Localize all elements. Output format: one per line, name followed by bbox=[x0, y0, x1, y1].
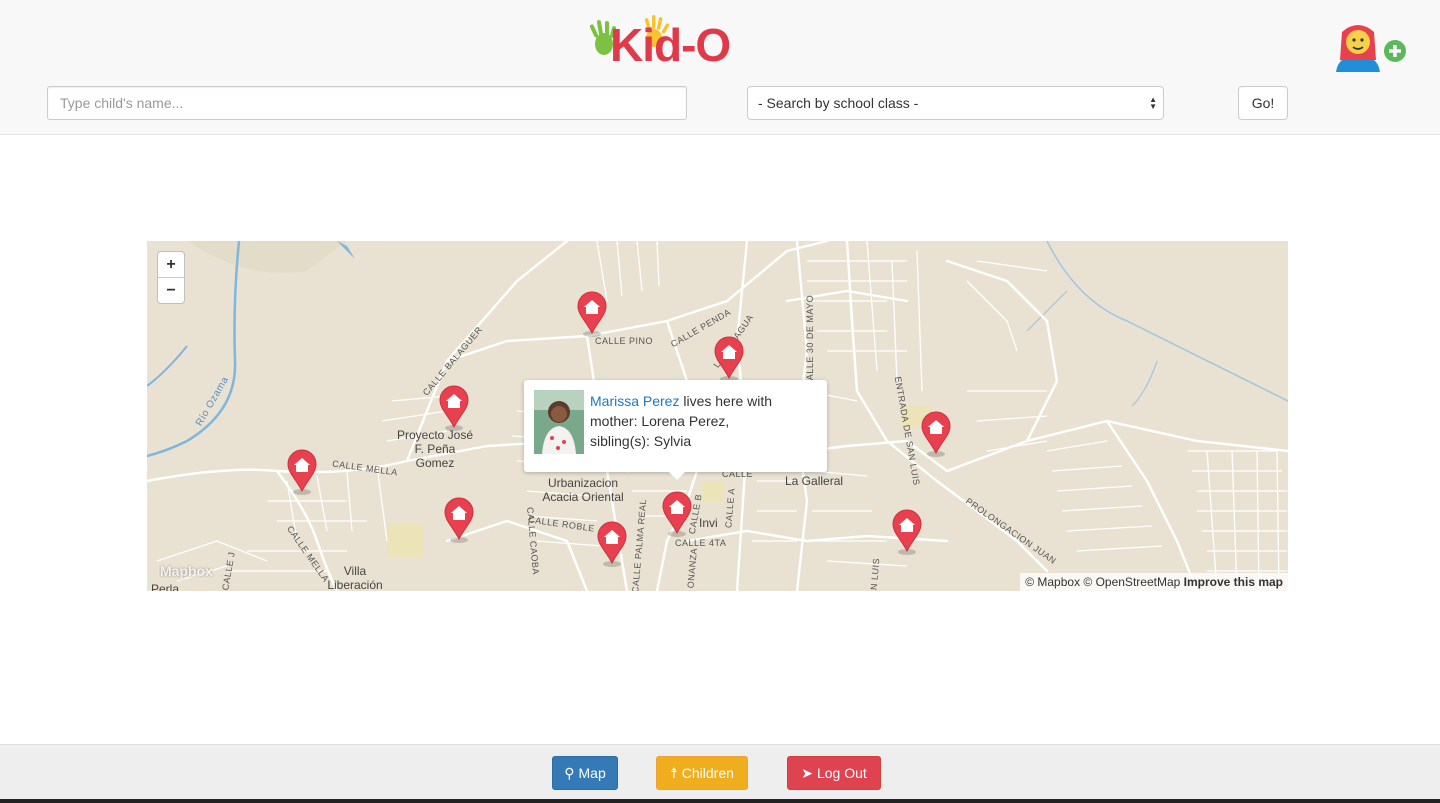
place-label: Urbanizacion Acacia Oriental bbox=[542, 476, 624, 504]
child-info-popup: Marissa Perez lives here with mother: Lo… bbox=[524, 380, 827, 480]
home-marker[interactable] bbox=[286, 449, 318, 495]
home-marker[interactable] bbox=[661, 491, 693, 537]
zoom-control: + − bbox=[157, 251, 185, 304]
add-user-icon bbox=[1336, 25, 1406, 72]
go-button[interactable]: Go! bbox=[1238, 86, 1288, 120]
home-marker[interactable] bbox=[443, 497, 475, 543]
zoom-out-button[interactable]: − bbox=[158, 278, 184, 303]
home-marker[interactable] bbox=[576, 291, 608, 337]
home-marker-icon bbox=[287, 449, 317, 495]
home-marker[interactable] bbox=[920, 411, 952, 457]
home-marker-icon bbox=[921, 411, 951, 457]
popup-mother-text: mother: Lorena Perez, bbox=[590, 413, 730, 429]
street-label: CALLE 4TA bbox=[675, 538, 727, 548]
place-label: La Galleral bbox=[785, 474, 844, 488]
popup-tip bbox=[669, 472, 685, 480]
children-button-label: Children bbox=[681, 765, 734, 781]
home-marker-icon bbox=[597, 521, 627, 567]
home-marker-icon bbox=[444, 497, 474, 543]
popup-text: Marissa Perez lives here with mother: Lo… bbox=[590, 391, 815, 451]
kid-o-logo: Kid-O bbox=[588, 14, 744, 76]
home-marker[interactable] bbox=[891, 509, 923, 555]
home-marker-icon bbox=[439, 385, 469, 431]
paper-plane-icon: ➤ bbox=[801, 765, 813, 781]
logout-button[interactable]: ➤ Log Out bbox=[787, 756, 881, 790]
child-photo bbox=[534, 390, 584, 454]
street-label: CALLE 30 DE MAYO bbox=[805, 294, 816, 388]
children-button[interactable]: ☨ Children bbox=[656, 756, 748, 790]
logout-button-label: Log Out bbox=[816, 765, 867, 781]
place-label: Perla bbox=[151, 582, 180, 591]
place-label: Villa Liberación bbox=[327, 564, 383, 591]
map-view[interactable]: CALLE PINO CALLE PENDA CALLE BALAGUER CA… bbox=[147, 241, 1288, 591]
map-attribution: © Mapbox © OpenStreetMap Improve this ma… bbox=[1020, 573, 1288, 591]
attribution-text[interactable]: © Mapbox © OpenStreetMap bbox=[1025, 575, 1180, 589]
bottom-nav: ⚲ Map ☨ Children ➤ Log Out bbox=[0, 744, 1440, 803]
map-button[interactable]: ⚲ Map bbox=[552, 756, 618, 790]
school-class-select-value: - Search by school class - bbox=[758, 95, 919, 111]
zoom-in-button[interactable]: + bbox=[158, 252, 184, 278]
street-label: CALLE PINO bbox=[595, 336, 654, 346]
home-marker-icon bbox=[577, 291, 607, 337]
home-marker[interactable] bbox=[713, 336, 745, 382]
top-bar: Kid-O - Search by school class - ▲▼ Go! bbox=[0, 0, 1440, 135]
school-class-select[interactable]: - Search by school class - ▲ ▼ bbox=[747, 86, 1164, 120]
home-marker-icon bbox=[714, 336, 744, 382]
home-marker[interactable] bbox=[438, 385, 470, 431]
popup-siblings-text: sibling(s): Sylvia bbox=[590, 433, 692, 449]
logo-text: Kid-O bbox=[610, 19, 731, 71]
mapbox-logo: Mapbox bbox=[160, 563, 213, 579]
child-name-search-input[interactable] bbox=[47, 86, 687, 120]
home-marker[interactable] bbox=[596, 521, 628, 567]
window-edge bbox=[0, 799, 1440, 803]
child-name-link[interactable]: Marissa Perez bbox=[590, 393, 679, 409]
place-label: Invi bbox=[699, 516, 718, 530]
improve-map-link[interactable]: Improve this map bbox=[1184, 575, 1283, 589]
map-button-label: Map bbox=[578, 765, 606, 781]
add-user-button[interactable] bbox=[1332, 20, 1408, 76]
home-marker-icon bbox=[892, 509, 922, 555]
select-arrows-icon: ▲ ▼ bbox=[1149, 95, 1157, 111]
popup-lives-text: lives here with bbox=[679, 393, 773, 409]
place-label: Proyecto José F. Peña Gomez bbox=[396, 428, 474, 470]
child-icon: ☨ bbox=[670, 765, 678, 781]
home-marker-icon bbox=[662, 491, 692, 537]
map-marker-icon: ⚲ bbox=[564, 765, 575, 781]
